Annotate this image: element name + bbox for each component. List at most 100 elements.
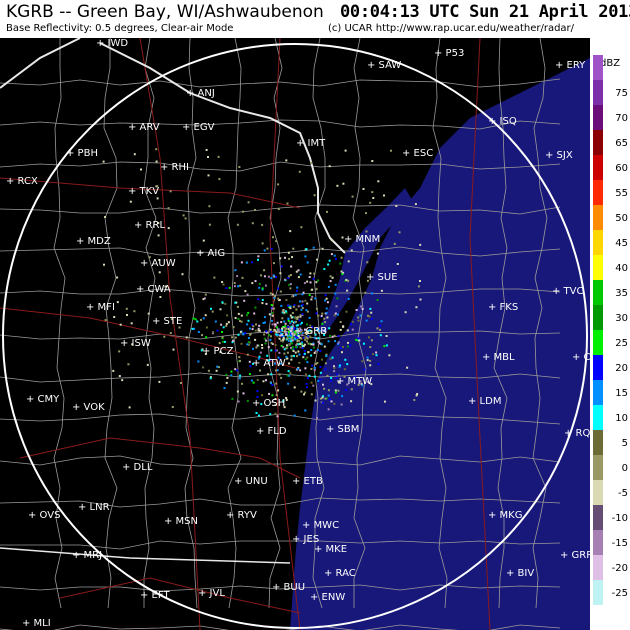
echo-pixel <box>239 374 242 377</box>
echo-pixel <box>171 406 174 408</box>
echo-pixel <box>304 409 307 412</box>
city-label-ste: + STE <box>152 316 183 327</box>
echo-pixel <box>350 400 353 403</box>
echo-pixel <box>379 334 382 337</box>
echo-pixel <box>267 346 270 349</box>
echo-pixel <box>308 374 311 377</box>
echo-pixel <box>270 247 273 250</box>
echo-pixel <box>202 317 205 320</box>
echo-pixel <box>276 321 279 324</box>
echo-pixel <box>324 299 327 302</box>
echo-pixel <box>369 307 372 310</box>
echo-pixel <box>315 312 318 315</box>
echo-pixel <box>341 351 343 354</box>
echo-pixel <box>297 276 300 279</box>
echo-pixel <box>262 380 265 383</box>
echo-pixel <box>317 379 320 382</box>
echo-pixel <box>287 251 290 254</box>
echo-pixel <box>346 289 349 292</box>
echo-pixel <box>351 320 354 323</box>
city-label-ldm: + LDM <box>468 396 502 407</box>
echo-pixel <box>271 323 274 326</box>
echo-pixel <box>371 318 373 321</box>
echo-pixel <box>218 342 221 345</box>
legend-label: -20 <box>611 563 628 574</box>
echo-pixel <box>255 346 258 349</box>
echo-pixel <box>284 325 286 328</box>
echo-pixel <box>345 278 348 281</box>
echo-pixel <box>202 366 205 369</box>
echo-pixel <box>346 329 349 332</box>
echo-pixel <box>351 195 354 198</box>
echo-pixel <box>261 302 264 305</box>
echo-pixel <box>369 201 372 204</box>
legend-swatch <box>593 305 603 330</box>
echo-pixel <box>304 255 307 258</box>
echo-pixel <box>265 379 267 382</box>
echo-pixel <box>322 383 324 386</box>
echo-pixel <box>338 365 341 368</box>
legend-swatch <box>593 505 603 530</box>
echo-pixel <box>316 349 319 351</box>
echo-pixel <box>372 197 375 199</box>
echo-pixel <box>234 269 237 272</box>
echo-pixel <box>368 336 370 339</box>
city-label-mrj: + MRJ <box>72 550 103 561</box>
echo-pixel <box>291 295 294 298</box>
legend-label: 75 <box>615 88 628 99</box>
echo-pixel <box>414 203 417 206</box>
echo-pixel <box>287 304 290 307</box>
echo-pixel <box>336 297 339 300</box>
echo-pixel <box>271 384 274 386</box>
echo-pixel <box>267 275 270 278</box>
echo-pixel <box>286 337 289 340</box>
echo-pixel <box>323 345 326 348</box>
echo-pixel <box>271 314 274 317</box>
legend-swatch <box>593 230 603 255</box>
echo-pixel <box>329 334 332 337</box>
echo-pixel <box>330 376 333 379</box>
echo-pixel <box>372 353 375 356</box>
echo-pixel <box>232 326 235 329</box>
echo-pixel <box>222 326 225 329</box>
echo-pixel <box>309 281 312 284</box>
echo-pixel <box>261 394 263 397</box>
echo-pixel <box>254 280 257 283</box>
echo-pixel <box>334 283 337 286</box>
city-label-vok: + VOK <box>72 402 105 413</box>
echo-pixel <box>140 168 142 171</box>
echo-pixel <box>276 326 278 329</box>
city-label-msn: + MSN <box>164 516 199 527</box>
echo-pixel <box>212 331 215 334</box>
echo-pixel <box>254 338 257 341</box>
echo-pixel <box>233 285 236 288</box>
echo-pixel <box>291 348 294 351</box>
echo-pixel <box>335 305 338 308</box>
echo-pixel <box>345 388 348 391</box>
echo-pixel <box>275 275 277 278</box>
echo-pixel <box>349 344 352 347</box>
echo-pixel <box>102 160 105 163</box>
city-label-rqb: + RQB <box>564 428 590 439</box>
echo-pixel <box>221 336 224 339</box>
echo-pixel <box>270 331 273 333</box>
echo-pixel <box>300 226 303 229</box>
echo-pixel <box>133 153 136 156</box>
echo-pixel <box>246 293 249 296</box>
echo-pixel <box>278 351 281 354</box>
legend-swatch <box>593 130 603 155</box>
echo-pixel <box>297 269 300 272</box>
echo-pixel <box>259 351 262 354</box>
echo-pixel <box>383 345 386 348</box>
echo-pixel <box>288 275 291 278</box>
echo-pixel <box>301 307 304 309</box>
echo-pixel <box>294 294 297 297</box>
echo-pixel <box>359 314 362 317</box>
legend-label: 15 <box>615 388 628 399</box>
city-label-mnm: + MNM <box>344 234 381 245</box>
echo-pixel <box>299 314 302 317</box>
echo-pixel <box>284 322 287 325</box>
echo-pixel <box>319 378 322 381</box>
echo-pixel <box>419 280 421 282</box>
echo-pixel <box>246 343 249 346</box>
